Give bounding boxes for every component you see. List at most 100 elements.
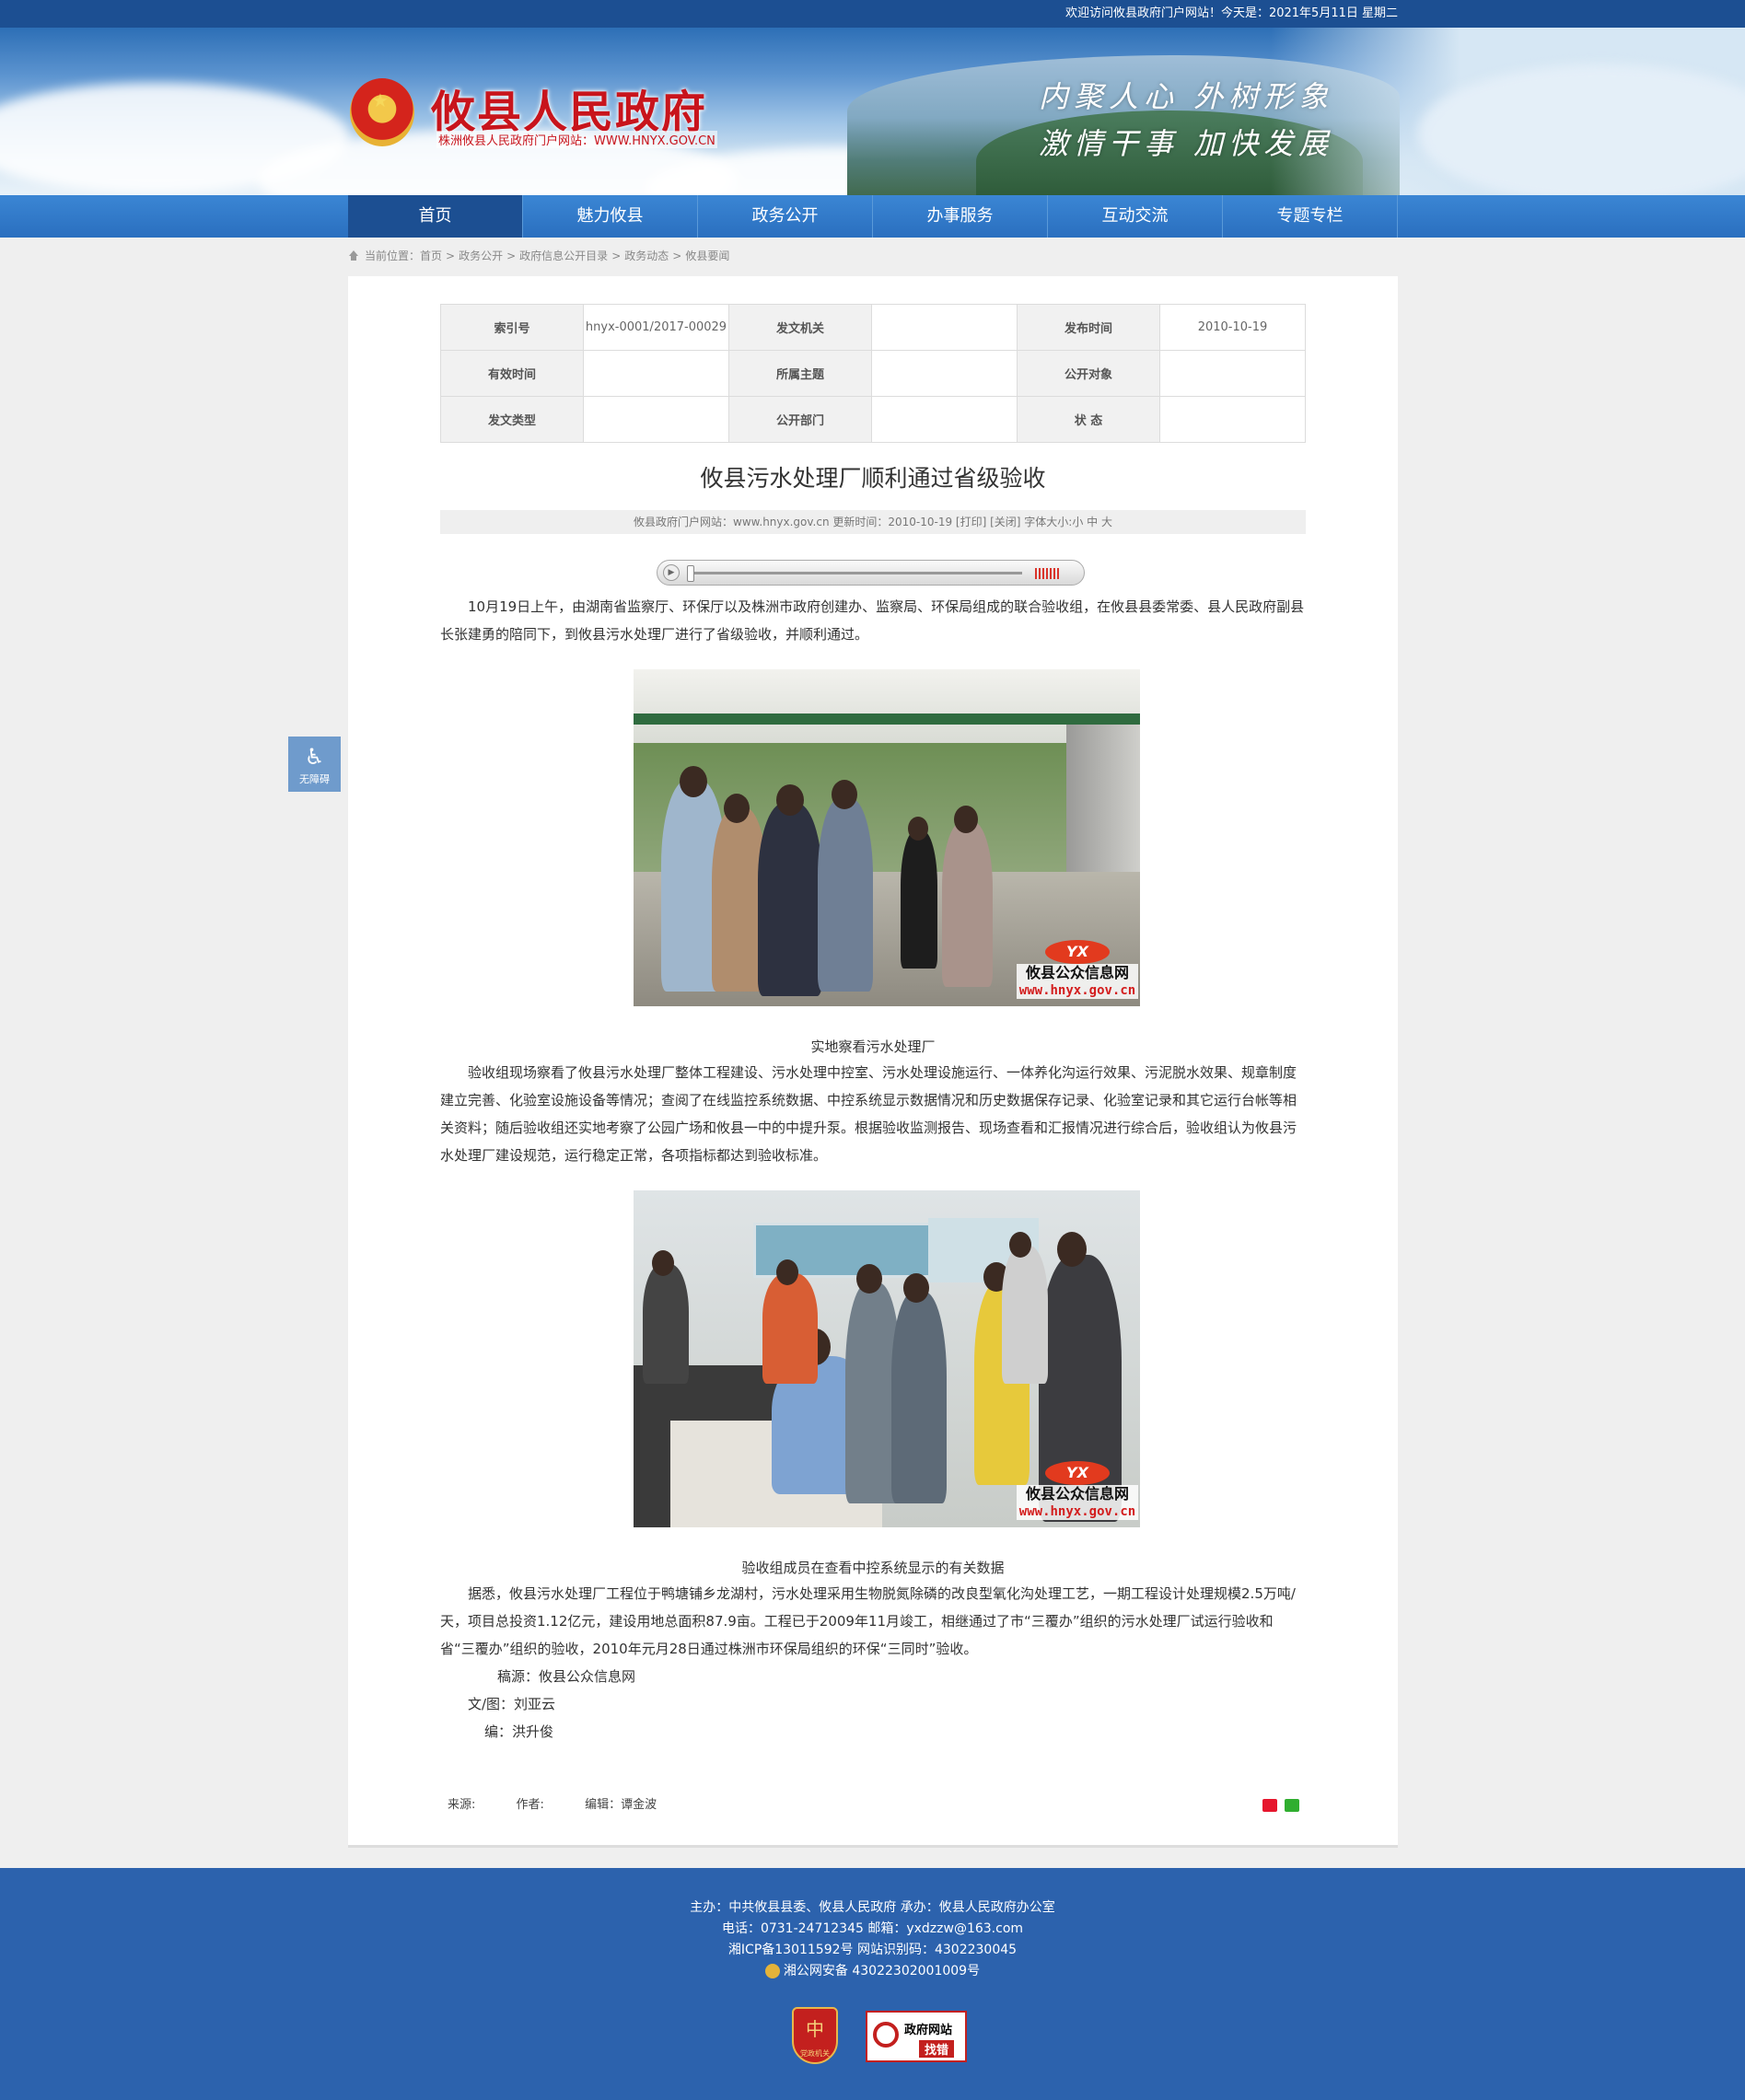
home-icon [348, 250, 359, 261]
accessibility-label: 无障碍 [299, 773, 330, 785]
nav-item-gov-affairs[interactable]: 政务公开 [698, 195, 873, 238]
metadata-table: 索引号 hnyx-0001/2017-00029 发文机关 发布时间 2010-… [440, 304, 1306, 443]
badge-text: 党政机关 [800, 2049, 830, 2058]
breadcrumb-item[interactable]: 政务动态 [624, 247, 669, 265]
police-record-text[interactable]: 湘公网安备 43022302001009号 [784, 1964, 980, 1978]
meta-key: 发布时间 [1017, 304, 1160, 351]
seek-handle[interactable] [687, 565, 694, 582]
footer-source: 来源: [448, 1798, 476, 1812]
meta-key: 所属主题 [728, 350, 872, 397]
meta-key: 公开对象 [1017, 350, 1160, 397]
article-title: 攸县污水处理厂顺利通过省级验收 [700, 465, 1046, 492]
nav-item-home[interactable]: 首页 [348, 195, 523, 238]
article-photo: YX 攸县公众信息网 www.hnyx.gov.cn [634, 1190, 1140, 1527]
breadcrumb: 当前位置： 首页 > 政务公开 > 政府信息公开目录 > 政务动态 > 攸县要闻 [348, 247, 729, 265]
volume-icon[interactable] [1035, 568, 1059, 579]
photo-caption: 验收组成员在查看中控系统显示的有关数据 [741, 1560, 1005, 1576]
seek-track[interactable] [691, 572, 1022, 574]
nav-item-topics[interactable]: 专题专栏 [1223, 195, 1398, 238]
meta-key: 索引号 [440, 304, 584, 351]
meta-key: 发文机关 [728, 304, 872, 351]
watermark: YX 攸县公众信息网 www.hnyx.gov.cn [1017, 1461, 1138, 1526]
watermark-text: 攸县公众信息网 [1017, 964, 1138, 982]
watermark-text: 攸县公众信息网 [1017, 1485, 1138, 1503]
footer-sponsor: 主办：中共攸县县委、攸县人民政府 承办：攸县人民政府办公室 [690, 1900, 1055, 1915]
police-badge-icon [764, 1964, 780, 1978]
nav-item-interaction[interactable]: 互动交流 [1048, 195, 1223, 238]
watermark: YX 攸县公众信息网 www.hnyx.gov.cn [1017, 940, 1138, 1004]
article-photo: YX 攸县公众信息网 www.hnyx.gov.cn [634, 669, 1140, 1006]
watermark-logo: YX [1045, 1461, 1110, 1485]
wheelchair-icon: ♿ [304, 744, 325, 770]
paragraph-text: 10月19日上午，由湖南省监察厅、环保厅以及株洲市政府创建办、监察局、环保局组成… [440, 598, 1305, 643]
article-paragraph: 10月19日上午，由湖南省监察厅、环保厅以及株洲市政府创建办、监察局、环保局组成… [440, 593, 1306, 648]
paragraph-text: 验收组现场察看了攸县污水处理厂整体工程建设、污水处理中控室、污水处理设施运行、一… [440, 1064, 1297, 1164]
footer-police-record[interactable]: 湘公网安备 43022302001009号 [0, 1962, 1745, 1980]
badge-line-2: 找错 [919, 2040, 955, 2058]
breadcrumb-item[interactable]: 首页 [420, 247, 442, 265]
report-error-badge[interactable]: 政府网站 找错 [866, 2011, 967, 2062]
watermark-url: www.hnyx.gov.cn [1017, 982, 1138, 999]
article-paragraph: 验收组现场察看了攸县污水处理厂整体工程建设、污水处理中控室、污水处理设施运行、一… [440, 1059, 1306, 1169]
credit-author: 文/图：刘亚云 [468, 1696, 556, 1712]
slogan-line-2: 激情干事 加快发展 [1039, 126, 1334, 161]
meta-value [1159, 396, 1306, 443]
footer-editor: 编辑：谭金波 [585, 1798, 657, 1812]
paragraph-text: 据悉，攸县污水处理厂工程位于鸭塘铺乡龙湖村，污水处理采用生物脱氮除磷的改良型氧化… [440, 1585, 1296, 1657]
photo-caption: 实地察看污水处理厂 [810, 1038, 936, 1055]
breadcrumb-separator: > [672, 249, 682, 262]
weibo-share-icon[interactable] [1262, 1799, 1277, 1812]
accessibility-button[interactable]: ♿ 无障碍 [288, 737, 341, 792]
party-gov-badge[interactable]: 中 党政机关 [792, 2007, 838, 2064]
meta-key: 状 态 [1017, 396, 1160, 443]
magnifier-icon [873, 2022, 899, 2048]
header-banner [0, 28, 1745, 195]
article-info-bar[interactable]: 攸县政府门户网站：www.hnyx.gov.cn 更新时间：2010-10-19… [440, 510, 1306, 534]
site-subtitle: 株洲攸县人民政府门户网站：WWW.HNYX.GOV.CN [436, 131, 717, 148]
slogan-line-1: 内聚人心 外树形象 [1039, 79, 1334, 114]
meta-value [1159, 350, 1306, 397]
meta-key: 发文类型 [440, 396, 584, 443]
welcome-text: 欢迎访问攸县政府门户网站！今天是：2021年5月11日 星期二 [1064, 6, 1398, 20]
article-paragraph: 据悉，攸县污水处理厂工程位于鸭塘铺乡龙湖村，污水处理采用生物脱氮除磷的改良型氧化… [440, 1580, 1306, 1663]
breadcrumb-prefix: 当前位置： [365, 249, 421, 262]
breadcrumb-separator: > [611, 249, 622, 262]
top-bar: 欢迎访问攸县政府门户网站！今天是：2021年5月11日 星期二 [0, 0, 1745, 28]
meta-value: hnyx-0001/2017-00029 [583, 304, 729, 351]
meta-value [583, 396, 729, 443]
play-icon[interactable]: ▶ [663, 564, 680, 581]
nav-item-charm[interactable]: 魅力攸县 [523, 195, 698, 238]
article-panel: 索引号 hnyx-0001/2017-00029 发文机关 发布时间 2010-… [348, 276, 1398, 1848]
meta-key: 有效时间 [440, 350, 584, 397]
table-row: 索引号 hnyx-0001/2017-00029 发文机关 发布时间 2010-… [440, 304, 1306, 351]
meta-value [583, 350, 729, 397]
footer-contact: 电话：0731-24712345 邮箱：yxdzzw@163.com [721, 1921, 1024, 1936]
table-row: 有效时间 所属主题 公开对象 [440, 350, 1306, 397]
badge-line-1: 政府网站 [904, 2024, 953, 2037]
meta-value: 2010-10-19 [1159, 304, 1306, 351]
breadcrumb-item[interactable]: 攸县要闻 [685, 247, 729, 265]
audio-player[interactable]: ▶ [657, 560, 1085, 586]
nav-item-services[interactable]: 办事服务 [873, 195, 1048, 238]
national-emblem-icon[interactable]: ★ [350, 78, 414, 146]
main-nav: 首页 魅力攸县 政务公开 办事服务 互动交流 专题专栏 [0, 195, 1745, 238]
meta-value [871, 396, 1018, 443]
meta-value [871, 304, 1018, 351]
article-footer-meta: 来源: 作者: 编辑：谭金波 [448, 1794, 693, 1812]
credit-editor: 编：洪升俊 [484, 1723, 554, 1740]
credit-source: 稿源：攸县公众信息网 [497, 1668, 636, 1685]
meta-value [871, 350, 1018, 397]
watermark-logo: YX [1045, 940, 1110, 964]
breadcrumb-item[interactable]: 政务公开 [459, 247, 503, 265]
footer-icp[interactable]: 湘ICP备13011592号 网站识别码：4302230045 [0, 1941, 1745, 1959]
meta-key: 公开部门 [728, 396, 872, 443]
breadcrumb-separator: > [506, 249, 517, 262]
watermark-url: www.hnyx.gov.cn [1017, 1503, 1138, 1520]
breadcrumb-separator: > [446, 249, 456, 262]
badge-glyph: 中 [806, 2018, 824, 2040]
table-row: 发文类型 公开部门 状 态 [440, 396, 1306, 443]
breadcrumb-item[interactable]: 政府信息公开目录 [519, 247, 608, 265]
wechat-share-icon[interactable] [1285, 1799, 1299, 1812]
footer-author: 作者: [516, 1798, 544, 1812]
site-footer: 主办：中共攸县县委、攸县人民政府 承办：攸县人民政府办公室 电话：0731-24… [0, 1868, 1745, 2100]
